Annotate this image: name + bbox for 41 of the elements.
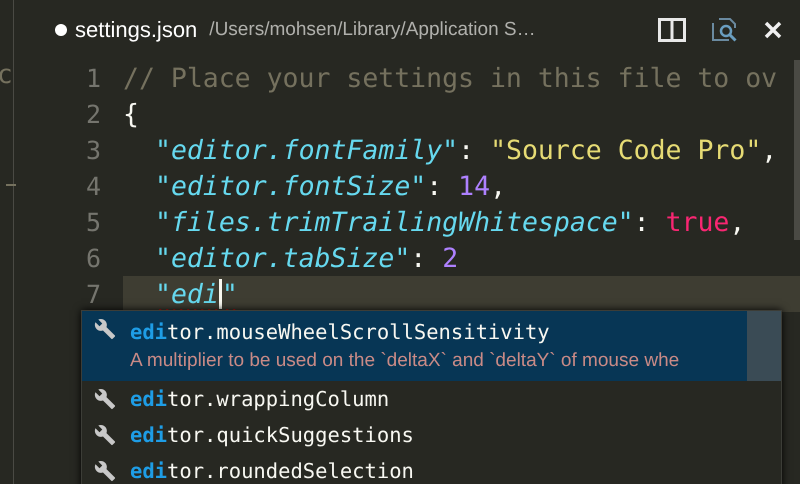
tab-title[interactable]: settings.json xyxy=(75,17,198,43)
code-punctuation: : xyxy=(458,134,476,166)
line-number: 6 xyxy=(84,244,102,272)
code-punctuation: : xyxy=(426,170,444,202)
code-key: "editor.fontFamily" xyxy=(155,134,458,166)
line-number: 7 xyxy=(84,280,102,308)
code-punctuation: , xyxy=(729,206,746,238)
close-icon[interactable] xyxy=(764,21,782,39)
file-path: /Users/mohsen/Library/Application S… xyxy=(209,19,536,41)
code-punctuation: { xyxy=(123,98,139,130)
line-number: 1 xyxy=(84,64,102,92)
line-number: 2 xyxy=(84,100,102,128)
line-number: 4 xyxy=(84,172,102,200)
code-key: "editor.tabSize" xyxy=(155,242,410,274)
code-keyword: true xyxy=(666,206,730,238)
code-punctuation: , xyxy=(761,134,778,166)
code-punctuation: : xyxy=(634,206,651,238)
code-key: "edi xyxy=(155,278,219,310)
wrench-icon xyxy=(94,424,116,446)
split-editor-icon[interactable] xyxy=(658,18,686,42)
line-number: 5 xyxy=(84,208,102,236)
scrollbar-thumb[interactable] xyxy=(747,311,781,381)
code-key: " xyxy=(222,278,238,310)
suggestion-item[interactable]: editor.mouseWheelScrollSensitivity A multiplier to be used on the `deltaX` and `deltaY` of mouse whe xyxy=(82,311,747,381)
suggestion-item[interactable]: editor.quickSuggestions xyxy=(82,417,747,453)
code-number: 2 xyxy=(442,242,458,274)
suggestion-item[interactable]: editor.roundedSelection xyxy=(82,453,747,484)
wrench-icon xyxy=(94,318,116,340)
code-string: "Source Code Pro" xyxy=(490,134,762,166)
text-cursor xyxy=(218,279,222,309)
code-key: "editor.fontSize" xyxy=(155,170,426,202)
suggestion-item[interactable]: editor.wrappingColumn xyxy=(82,381,747,417)
line-number: 3 xyxy=(84,136,102,164)
wrench-icon xyxy=(94,388,116,410)
code-punctuation: , xyxy=(490,170,506,202)
code-key: "files.trimTrailingWhitespace" xyxy=(155,206,634,238)
code-comment: // Place your settings in this file to ov xyxy=(123,62,778,94)
suggestion-description: A multiplier to be used on the `deltaX` and `deltaY` of mouse whe xyxy=(130,350,680,372)
code-punctuation: : xyxy=(410,242,428,274)
code-number: 14 xyxy=(458,170,490,202)
wrench-icon xyxy=(94,460,116,482)
